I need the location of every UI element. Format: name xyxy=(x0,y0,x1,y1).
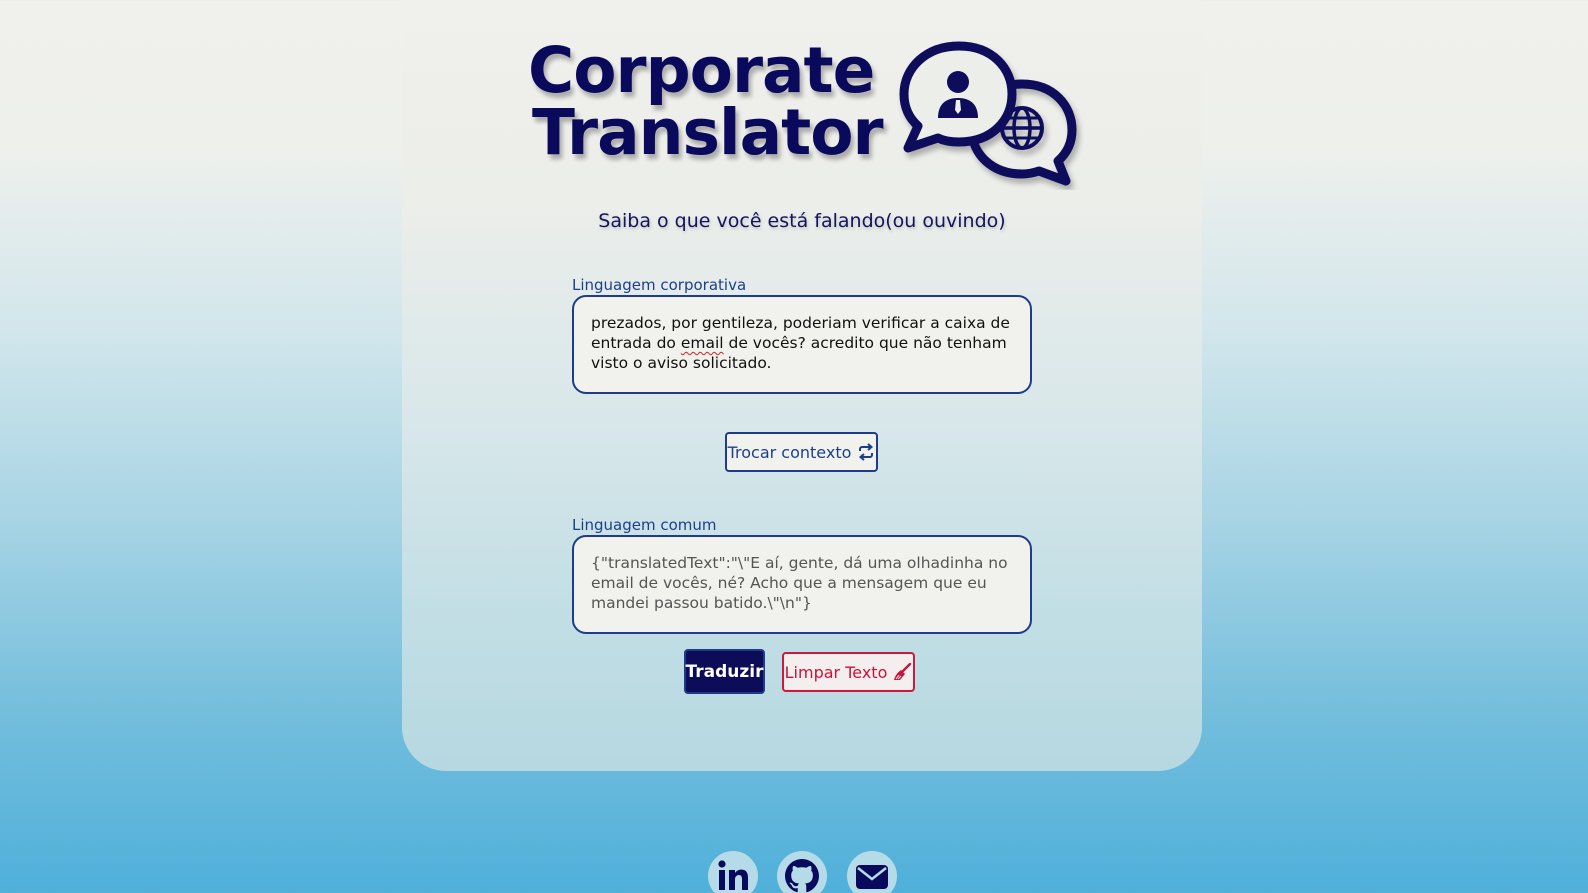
linkedin-icon xyxy=(718,860,748,890)
email-link[interactable] xyxy=(847,851,897,893)
logo-title: Corporate Translator xyxy=(528,34,884,169)
broom-icon xyxy=(892,663,912,681)
envelope-icon xyxy=(856,865,888,889)
common-text-output[interactable]: {"translatedText":"\"E aí, gente, dá uma… xyxy=(572,535,1032,634)
misspelled-word: email xyxy=(680,334,724,352)
corporate-language-label: Linguagem corporativa xyxy=(572,276,747,294)
common-language-label: Linguagem comum xyxy=(572,516,717,534)
app-logo: Corporate Translator xyxy=(528,34,1088,190)
github-link[interactable] xyxy=(777,851,827,893)
clear-text-label: Limpar Texto xyxy=(784,662,888,682)
swap-context-button[interactable]: Trocar contexto xyxy=(725,432,878,472)
swap-context-label: Trocar contexto xyxy=(727,442,852,462)
subtitle: Saiba o que você está falando(ou ouvindo… xyxy=(598,210,1006,232)
github-icon xyxy=(785,859,819,893)
swap-arrows-icon xyxy=(857,443,875,461)
corporate-text-input[interactable]: prezados, por gentileza, poderiam verifi… xyxy=(572,295,1032,394)
translate-button[interactable]: Traduzir xyxy=(684,649,765,694)
clear-text-button[interactable]: Limpar Texto xyxy=(782,652,915,692)
speech-bubbles-icon xyxy=(899,41,1077,186)
logo-title-line2: Translator xyxy=(532,96,884,169)
linkedin-link[interactable] xyxy=(708,851,758,893)
logo-title-line1: Corporate xyxy=(528,34,875,107)
